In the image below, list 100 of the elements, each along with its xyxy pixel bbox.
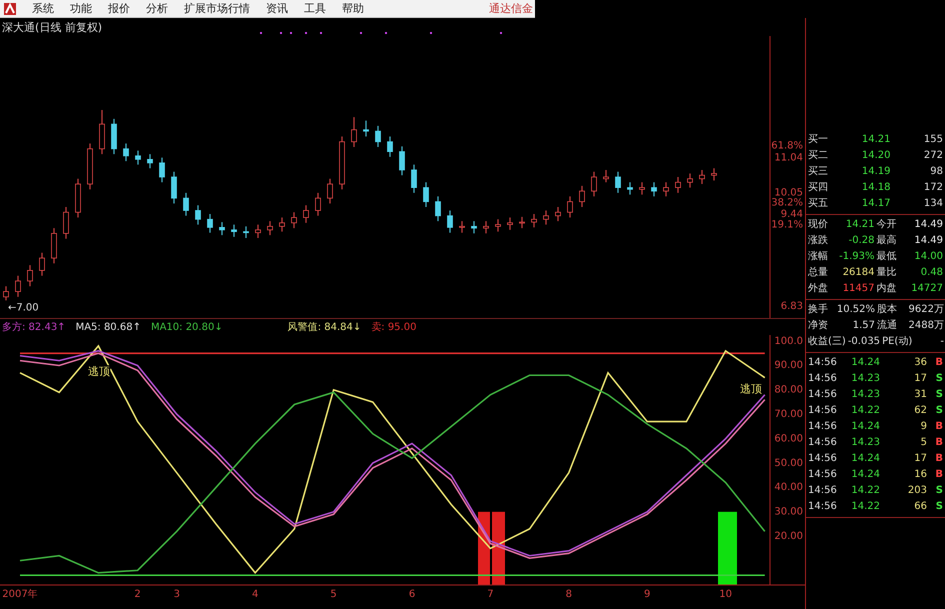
bid-label: 买五 (808, 197, 829, 211)
y-axis-label: 80.00 (774, 384, 803, 396)
fundamental-value: 2488万 (908, 319, 944, 333)
trade-volume: 17 (913, 372, 927, 386)
stat-value: 14.49 (913, 234, 943, 248)
legend-item: 卖: 95.00 (371, 320, 416, 334)
fundamental-label: 流通 (877, 318, 897, 333)
candlestick (447, 210, 453, 234)
bid-volume: 155 (922, 133, 943, 147)
bid-price: 14.18 (860, 181, 890, 195)
fundamental-label: 换手 (808, 302, 828, 317)
candlestick (375, 125, 381, 148)
stat-label: 涨跌 (808, 234, 828, 248)
menu-item[interactable]: 报价 (108, 1, 130, 16)
legend-item: 风警值: 84.84↓ (288, 321, 362, 334)
trade-time: 14:56 (808, 484, 838, 498)
trade-volume: 5 (920, 436, 927, 450)
candlestick (663, 182, 669, 197)
bid-label: 买四 (808, 181, 829, 195)
trade-volume: 66 (913, 500, 927, 514)
candlestick (99, 110, 105, 155)
menu-item[interactable]: 扩展市场行情 (184, 1, 250, 16)
candlestick (363, 120, 369, 137)
candlestick (411, 164, 417, 194)
stat-value: -1.93% (838, 250, 874, 264)
bid-volume: 172 (922, 181, 943, 195)
candlestick (519, 216, 525, 229)
fibonacci-label: 38.2% (771, 198, 803, 209)
candlestick (291, 212, 297, 229)
candlestick (231, 224, 237, 238)
bid-label: 买二 (808, 149, 829, 163)
fundamental-label: PE(动) (882, 335, 912, 349)
price-axis-label: 6.83 (780, 301, 803, 312)
trade-price: 14.24 (850, 420, 880, 434)
bid-volume: 134 (922, 197, 943, 211)
candlestick (339, 136, 345, 190)
trade-price: 14.22 (850, 404, 880, 418)
bid-volume: 98 (929, 165, 943, 179)
candlestick (27, 264, 33, 287)
menu-item[interactable]: 工具 (304, 1, 326, 16)
y-axis-label: 20.00 (774, 530, 803, 542)
legend-item: MA10: 20.80↓ (150, 322, 223, 332)
trade-side: B (934, 420, 943, 434)
legend-item: MA5: 80.68↑ (76, 322, 141, 332)
candlestick (195, 204, 201, 226)
stat-value: 0.48 (920, 266, 943, 280)
trade-time: 14:56 (808, 372, 838, 386)
brand-text: 通达信金 (489, 1, 534, 16)
menu-item[interactable]: 功能 (70, 1, 92, 16)
fundamental-label: 净资 (808, 319, 828, 333)
fundamental-value: 9622万 (908, 303, 944, 317)
y-axis-label: 50.00 (774, 458, 803, 469)
trade-price: 14.23 (850, 388, 880, 402)
candlestick (123, 143, 129, 162)
y-axis-label: 40.00 (774, 482, 803, 494)
fundamental-label: 收益(三) (808, 335, 846, 349)
stat-label: 内盘 (876, 282, 896, 296)
signal-label: 逃顶 (740, 382, 762, 396)
fibonacci-label: 61.8% (771, 140, 803, 152)
trade-side: S (934, 484, 943, 498)
candlestick (531, 214, 537, 228)
candlestick (603, 169, 609, 183)
stat-value: 11457 (842, 282, 874, 296)
stat-label: 量比 (876, 266, 896, 280)
candlestick (243, 226, 249, 238)
bid-price: 14.21 (860, 133, 890, 147)
chart-title: 深大通(日线 前复权) (2, 20, 102, 34)
stat-label: 外盘 (808, 282, 828, 296)
y-axis-label: 60.00 (774, 433, 803, 444)
trade-time: 14:56 (808, 404, 838, 418)
candlestick (39, 252, 45, 276)
candlestick (207, 214, 213, 234)
candlestick (387, 136, 393, 158)
candlestick (687, 172, 693, 188)
menu-item[interactable]: 分析 (146, 1, 168, 16)
trade-volume: 9 (920, 420, 927, 434)
trade-volume: 203 (906, 484, 927, 498)
stat-value: 14.21 (844, 218, 874, 232)
price-axis-label: 10.05 (774, 188, 803, 199)
candlestick (471, 220, 477, 234)
x-axis-label: 8 (566, 589, 572, 600)
x-axis-label: 4 (252, 589, 258, 600)
trade-price: 14.22 (850, 484, 880, 498)
candlestick (567, 196, 573, 218)
trade-volume: 62 (913, 404, 927, 418)
candlestick (87, 143, 93, 190)
bid-label: 买三 (808, 165, 829, 179)
stat-value: 14.49 (913, 218, 943, 232)
menu-item[interactable]: 系统 (32, 1, 54, 16)
trade-price: 14.24 (850, 468, 880, 482)
stat-label: 最低 (876, 250, 896, 264)
candlestick (627, 182, 633, 196)
trade-time: 14:56 (808, 500, 838, 514)
candlestick (543, 210, 549, 226)
trade-volume: 17 (913, 452, 927, 466)
menu-item[interactable]: 帮助 (342, 1, 364, 16)
candlestick (699, 169, 705, 185)
price-axis-label: 9.44 (780, 209, 803, 220)
trade-price: 14.24 (850, 452, 880, 466)
menu-item[interactable]: 资讯 (266, 1, 288, 16)
